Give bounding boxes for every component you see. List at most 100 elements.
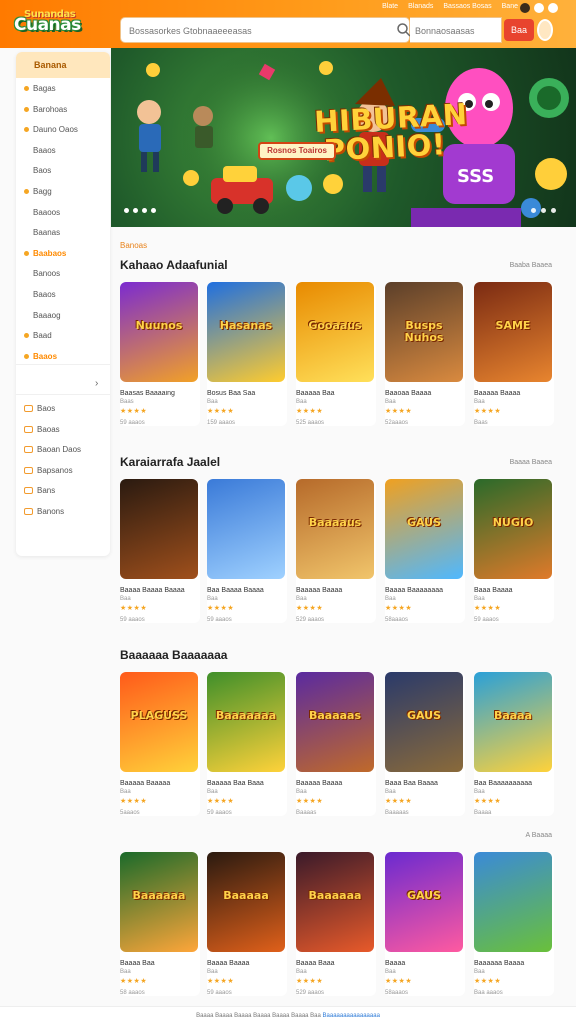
- game-card[interactable]: Baaaa Baa Baaaaaaaaaa Baa ★★★★ Baaaa: [474, 672, 554, 816]
- sidebar-item[interactable]: Bagg: [24, 187, 52, 196]
- sidebar-item[interactable]: Baanas: [24, 228, 60, 237]
- sidebar-item[interactable]: Baaaog: [24, 311, 61, 320]
- sidebar-item-label: Baanas: [33, 228, 61, 238]
- search-bar: [120, 17, 410, 43]
- top-header: Sunandas Cuanas Blate Blanads Bassaos Bo…: [0, 0, 576, 48]
- card-genre: Baa: [474, 789, 485, 795]
- game-card[interactable]: Baaaaas Baaaaa Baaaa Baa ★★★★ Baaaas: [296, 672, 376, 816]
- sidebar-tool-item[interactable]: Banons: [24, 507, 64, 516]
- game-thumbnail[interactable]: Gooaaus: [296, 282, 374, 382]
- sidebar-dot-icon: [24, 353, 29, 359]
- game-thumbnail[interactable]: Baaaaa: [207, 852, 285, 952]
- thumbnail-title: GAUS: [406, 709, 442, 722]
- avatar[interactable]: [537, 19, 553, 41]
- game-thumbnail[interactable]: Nuunos: [120, 282, 198, 382]
- chevron-right-icon[interactable]: ›: [95, 378, 98, 389]
- game-thumbnail[interactable]: GAUS: [385, 852, 463, 952]
- game-thumbnail[interactable]: GAUS: [385, 672, 463, 772]
- thumbnail-title: Baaaaaaa: [215, 709, 277, 722]
- game-card[interactable]: NUGIO Baaa Baaaa Baa ★★★★ 59 aaaos: [474, 479, 554, 623]
- sidebar-tool-item[interactable]: Bans: [24, 486, 55, 495]
- game-card[interactable]: GAUS Baaaa Baaaaaaaa Baa ★★★★ 58aaaos: [385, 479, 465, 623]
- breadcrumb[interactable]: Banoas: [120, 241, 147, 250]
- game-card[interactable]: Busps Nuhos Baaoaa Baaaa Baa ★★★★ 52aaaos: [385, 282, 465, 426]
- filter-select[interactable]: Bonnaosaasas: [410, 17, 502, 43]
- sidebar-dot-icon: [24, 189, 29, 194]
- game-card[interactable]: Baaaaus Baaaaa Baaaa Baa ★★★★ 529 aaaos: [296, 479, 376, 623]
- hero-dots-left[interactable]: [124, 208, 156, 213]
- see-all-link[interactable]: Baaaa Baaea: [510, 459, 552, 466]
- sidebar-dot-icon: [24, 168, 29, 173]
- notification-icon[interactable]: [534, 3, 544, 13]
- sidebar-item[interactable]: Baos: [24, 166, 51, 175]
- game-card[interactable]: Baaaaa Baaaa Baaaa Baa ★★★★ 59 aaaos: [207, 852, 287, 996]
- sidebar-item[interactable]: Barohoas: [24, 105, 67, 114]
- sidebar-item[interactable]: Baaos: [24, 352, 57, 361]
- see-all-link[interactable]: Baaba Baaea: [510, 262, 552, 269]
- card-plays: 59 aaaos: [120, 420, 145, 426]
- sidebar-tool-item[interactable]: Baoan Daos: [24, 445, 81, 454]
- game-thumbnail[interactable]: [120, 479, 198, 579]
- game-card[interactable]: Nuunos Baasas Baaaaing Baas ★★★★ 59 aaaos: [120, 282, 200, 426]
- sidebar-item[interactable]: Baaoos: [24, 208, 60, 217]
- game-card[interactable]: Gooaaus Baaaaa Baa Baa ★★★★ 525 aaaos: [296, 282, 376, 426]
- game-card[interactable]: Baa Baaaa Baaaa Baa ★★★★ 59 aaaos: [207, 479, 287, 623]
- game-card[interactable]: SAME Baaaaa Baaaa Baa ★★★★ Baas: [474, 282, 554, 426]
- game-card[interactable]: Hasanas Bosus Baa Saa Baa ★★★★ 159 aaaos: [207, 282, 287, 426]
- sidebar-tool-item[interactable]: Baoas: [24, 425, 60, 434]
- hero-banner[interactable]: SSS HIBURAN PONIO!: [111, 48, 576, 227]
- game-thumbnail[interactable]: PLAGUSS: [120, 672, 198, 772]
- game-thumbnail[interactable]: Baaaaaaa: [207, 672, 285, 772]
- sidebar-tool-label: Baoan Daos: [37, 445, 82, 454]
- game-thumbnail[interactable]: NUGIO: [474, 479, 552, 579]
- game-thumbnail[interactable]: Baaaaas: [296, 672, 374, 772]
- top-link[interactable]: Bassaos Bosas: [443, 3, 491, 10]
- game-card[interactable]: Baaaaaa Baaaa Baa ★★★★ Baa aaaos: [474, 852, 554, 996]
- top-link[interactable]: Bane: [502, 3, 518, 10]
- sidebar-item[interactable]: Bagas: [24, 84, 56, 93]
- sidebar-item-label: Baaos: [33, 351, 58, 361]
- sidebar-item-label: Baaos: [33, 145, 56, 155]
- top-link[interactable]: Blate: [382, 3, 398, 10]
- search-input[interactable]: [129, 22, 389, 40]
- footer-link[interactable]: Baaaaaaaaaaaaaaaa: [323, 1013, 380, 1019]
- game-thumbnail[interactable]: [474, 852, 552, 952]
- grid-icon: [24, 425, 33, 433]
- sidebar-item[interactable]: Baaos: [24, 290, 56, 299]
- game-thumbnail[interactable]: GAUS: [385, 479, 463, 579]
- game-thumbnail[interactable]: [207, 479, 285, 579]
- game-thumbnail[interactable]: Baaaa: [474, 672, 552, 772]
- sidebar-item-label: Baad: [33, 331, 52, 341]
- hero-cta-button[interactable]: Rosnos Toairos: [258, 142, 336, 160]
- top-link[interactable]: Blanads: [408, 3, 433, 10]
- game-thumbnail[interactable]: SAME: [474, 282, 552, 382]
- game-thumbnail[interactable]: Busps Nuhos: [385, 282, 463, 382]
- login-button[interactable]: Baa: [504, 19, 534, 41]
- sidebar-item[interactable]: Dauno Oaos: [24, 125, 78, 134]
- sidebar-item[interactable]: Banoos: [24, 269, 60, 278]
- sidebar-tool-item[interactable]: Bapsanos: [24, 466, 73, 475]
- game-card[interactable]: GAUS Baaaa Baa ★★★★ 58aaaos: [385, 852, 465, 996]
- card-title: Baaaa Baa: [120, 960, 155, 967]
- sidebar-item[interactable]: Baad: [24, 331, 52, 340]
- game-card[interactable]: PLAGUSS Baaaaa Baaaaa Baa ★★★★ 5aaaos: [120, 672, 200, 816]
- hero-dots-right[interactable]: [531, 208, 556, 213]
- game-card[interactable]: Baaaaaa Baaaa Baaa Baa ★★★★ 529 aaaos: [296, 852, 376, 996]
- game-card[interactable]: Baaaa Baaaa Baaaa Baa ★★★★ 59 aaaos: [120, 479, 200, 623]
- menu-icon[interactable]: [548, 3, 558, 13]
- site-logo[interactable]: Sunandas Cuanas: [14, 8, 98, 42]
- game-thumbnail[interactable]: Baaaaus: [296, 479, 374, 579]
- game-card[interactable]: GAUS Baaa Baa Baaaa Baa ★★★★ Baaaaas: [385, 672, 465, 816]
- top-links: Blate Blanads Bassaos Bosas Bane: [382, 3, 518, 10]
- settings-icon: [24, 507, 33, 515]
- game-card[interactable]: Baaaaaaa Baaaaa Baa Baaa Baa ★★★★ 59 aaaos: [207, 672, 287, 816]
- game-thumbnail[interactable]: Baaaaaa: [120, 852, 198, 952]
- game-card[interactable]: Baaaaaa Baaaa Baa Baa ★★★★ 58 aaaos: [120, 852, 200, 996]
- see-all-link[interactable]: A Baaaa: [526, 832, 552, 839]
- game-thumbnail[interactable]: Baaaaaa: [296, 852, 374, 952]
- sidebar-item[interactable]: Baabaos: [24, 249, 66, 258]
- game-thumbnail[interactable]: Hasanas: [207, 282, 285, 382]
- play-icon[interactable]: [520, 3, 530, 13]
- sidebar-tool-item[interactable]: Baos: [24, 404, 55, 413]
- sidebar-item[interactable]: Baaos: [24, 146, 56, 155]
